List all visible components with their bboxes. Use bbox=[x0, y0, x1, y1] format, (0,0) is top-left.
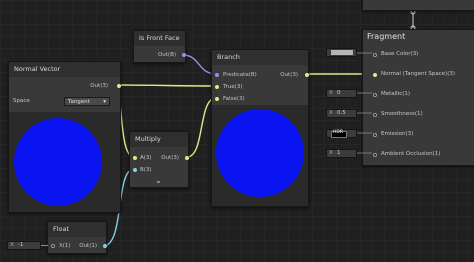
smoothness-field-value[interactable]: 0.5 bbox=[337, 110, 346, 117]
fragment-row-smoothness[interactable]: Smoothness(1) bbox=[371, 110, 474, 120]
branch-output-port[interactable] bbox=[305, 73, 309, 77]
normal-vector-output-label: Out(3) bbox=[90, 83, 108, 89]
float-output-port[interactable] bbox=[103, 244, 107, 248]
smoothness-label: Smoothness(1) bbox=[381, 111, 423, 117]
metallic-field-value[interactable]: 0 bbox=[337, 90, 341, 97]
branch-false-port[interactable] bbox=[215, 97, 219, 101]
branch-preview bbox=[212, 105, 308, 206]
branch-false-label: False(3) bbox=[223, 96, 245, 102]
float-x-input-label: X(1) bbox=[59, 243, 71, 249]
multiply-node[interactable]: Multiply A(3) B(3) Out(3) ⌄ bbox=[129, 131, 189, 188]
smoothness-field-x: X bbox=[329, 110, 333, 116]
is-front-face-output-port[interactable] bbox=[182, 53, 186, 57]
normal-vector-preview-sphere bbox=[14, 118, 102, 206]
multiply-a-port[interactable] bbox=[133, 156, 137, 160]
fragment-title[interactable]: Fragment bbox=[367, 32, 405, 41]
normal-vector-node[interactable]: Normal Vector Out(3) Space Tangent ▾ bbox=[8, 61, 121, 213]
branch-predicate-port[interactable] bbox=[215, 73, 219, 77]
normal-vector-output-port[interactable] bbox=[117, 84, 121, 88]
multiply-a-label: A(3) bbox=[140, 155, 152, 161]
ambient-occlusion-field[interactable]: X 1 bbox=[326, 149, 357, 158]
fragment-row-emission[interactable]: Emission(3) bbox=[371, 130, 474, 140]
chevron-down-icon: ▾ bbox=[103, 99, 106, 105]
fragment-row-ambient-occlusion[interactable]: Ambient Occlusion(1) bbox=[371, 150, 474, 160]
base-color-label: Base Color(3) bbox=[381, 51, 419, 57]
base-color-field[interactable] bbox=[326, 48, 357, 57]
base-color-port[interactable] bbox=[373, 53, 377, 57]
normal-label: Normal (Tangent Space)(3) bbox=[381, 71, 456, 77]
float-x-field-label: X bbox=[10, 242, 14, 248]
multiply-b-port[interactable] bbox=[133, 168, 137, 172]
float-x-field[interactable]: X -1 bbox=[7, 241, 41, 250]
branch-node[interactable]: Branch Predicate(B) True(3) False(3) Out… bbox=[211, 49, 309, 207]
normal-vector-preview bbox=[9, 112, 120, 212]
fragment-row-normal[interactable]: Normal (Tangent Space)(3) bbox=[371, 70, 474, 80]
emission-label: Emission(3) bbox=[381, 131, 414, 137]
is-front-face-output-label: Out(B) bbox=[157, 52, 176, 58]
is-front-face-title[interactable]: Is Front Face bbox=[134, 31, 185, 46]
fragment-block[interactable]: Fragment Base Color(3) Normal (Tangent S… bbox=[362, 29, 474, 166]
emission-hdr-label: HDR bbox=[333, 130, 343, 135]
ambient-occlusion-port[interactable] bbox=[373, 153, 377, 157]
float-node[interactable]: Float X(1) Out(1) bbox=[47, 221, 107, 254]
float-x-port[interactable] bbox=[51, 244, 55, 248]
ambient-occlusion-field-x: X bbox=[329, 150, 333, 156]
metallic-field-x: X bbox=[329, 90, 333, 96]
multiply-b-label: B(3) bbox=[140, 167, 152, 173]
metallic-label: Metallic(1) bbox=[381, 91, 411, 97]
float-output-label: Out(1) bbox=[79, 243, 97, 249]
branch-output-label: Out(3) bbox=[280, 72, 298, 78]
emission-port[interactable] bbox=[373, 133, 377, 137]
smoothness-field[interactable]: X 0.5 bbox=[326, 109, 357, 118]
metallic-port[interactable] bbox=[373, 93, 377, 97]
branch-predicate-label: Predicate(B) bbox=[223, 72, 257, 78]
branch-preview-sphere bbox=[216, 109, 304, 197]
base-color-swatch bbox=[331, 50, 353, 55]
ambient-occlusion-label: Ambient Occlusion(1) bbox=[381, 151, 441, 157]
multiply-title[interactable]: Multiply bbox=[130, 132, 188, 147]
float-x-connector bbox=[41, 245, 48, 246]
float-x-field-value[interactable]: -1 bbox=[18, 242, 23, 249]
chevron-down-icon[interactable]: ⌄ bbox=[155, 176, 162, 185]
vertex-block-partial[interactable] bbox=[362, 0, 474, 11]
branch-true-port[interactable] bbox=[215, 85, 219, 89]
is-front-face-node[interactable]: Is Front Face Out(B) bbox=[133, 30, 186, 63]
branch-title[interactable]: Branch bbox=[212, 50, 308, 65]
space-dropdown[interactable]: Tangent ▾ bbox=[64, 97, 110, 106]
multiply-output-port[interactable] bbox=[185, 156, 189, 160]
multiply-output-label: Out(3) bbox=[161, 155, 179, 161]
fragment-row-metallic[interactable]: Metallic(1) bbox=[371, 90, 474, 100]
float-title[interactable]: Float bbox=[48, 222, 106, 237]
space-label: Space bbox=[13, 98, 30, 104]
space-dropdown-value: Tangent bbox=[68, 99, 90, 105]
normal-port[interactable] bbox=[373, 73, 377, 77]
smoothness-port[interactable] bbox=[373, 113, 377, 117]
ambient-occlusion-field-value[interactable]: 1 bbox=[337, 150, 341, 157]
metallic-field[interactable]: X 0 bbox=[326, 89, 357, 98]
normal-vector-title[interactable]: Normal Vector bbox=[9, 62, 120, 77]
fragment-row-base-color[interactable]: Base Color(3) bbox=[371, 50, 474, 60]
branch-true-label: True(3) bbox=[223, 84, 243, 90]
emission-field[interactable]: HDR bbox=[326, 129, 357, 138]
